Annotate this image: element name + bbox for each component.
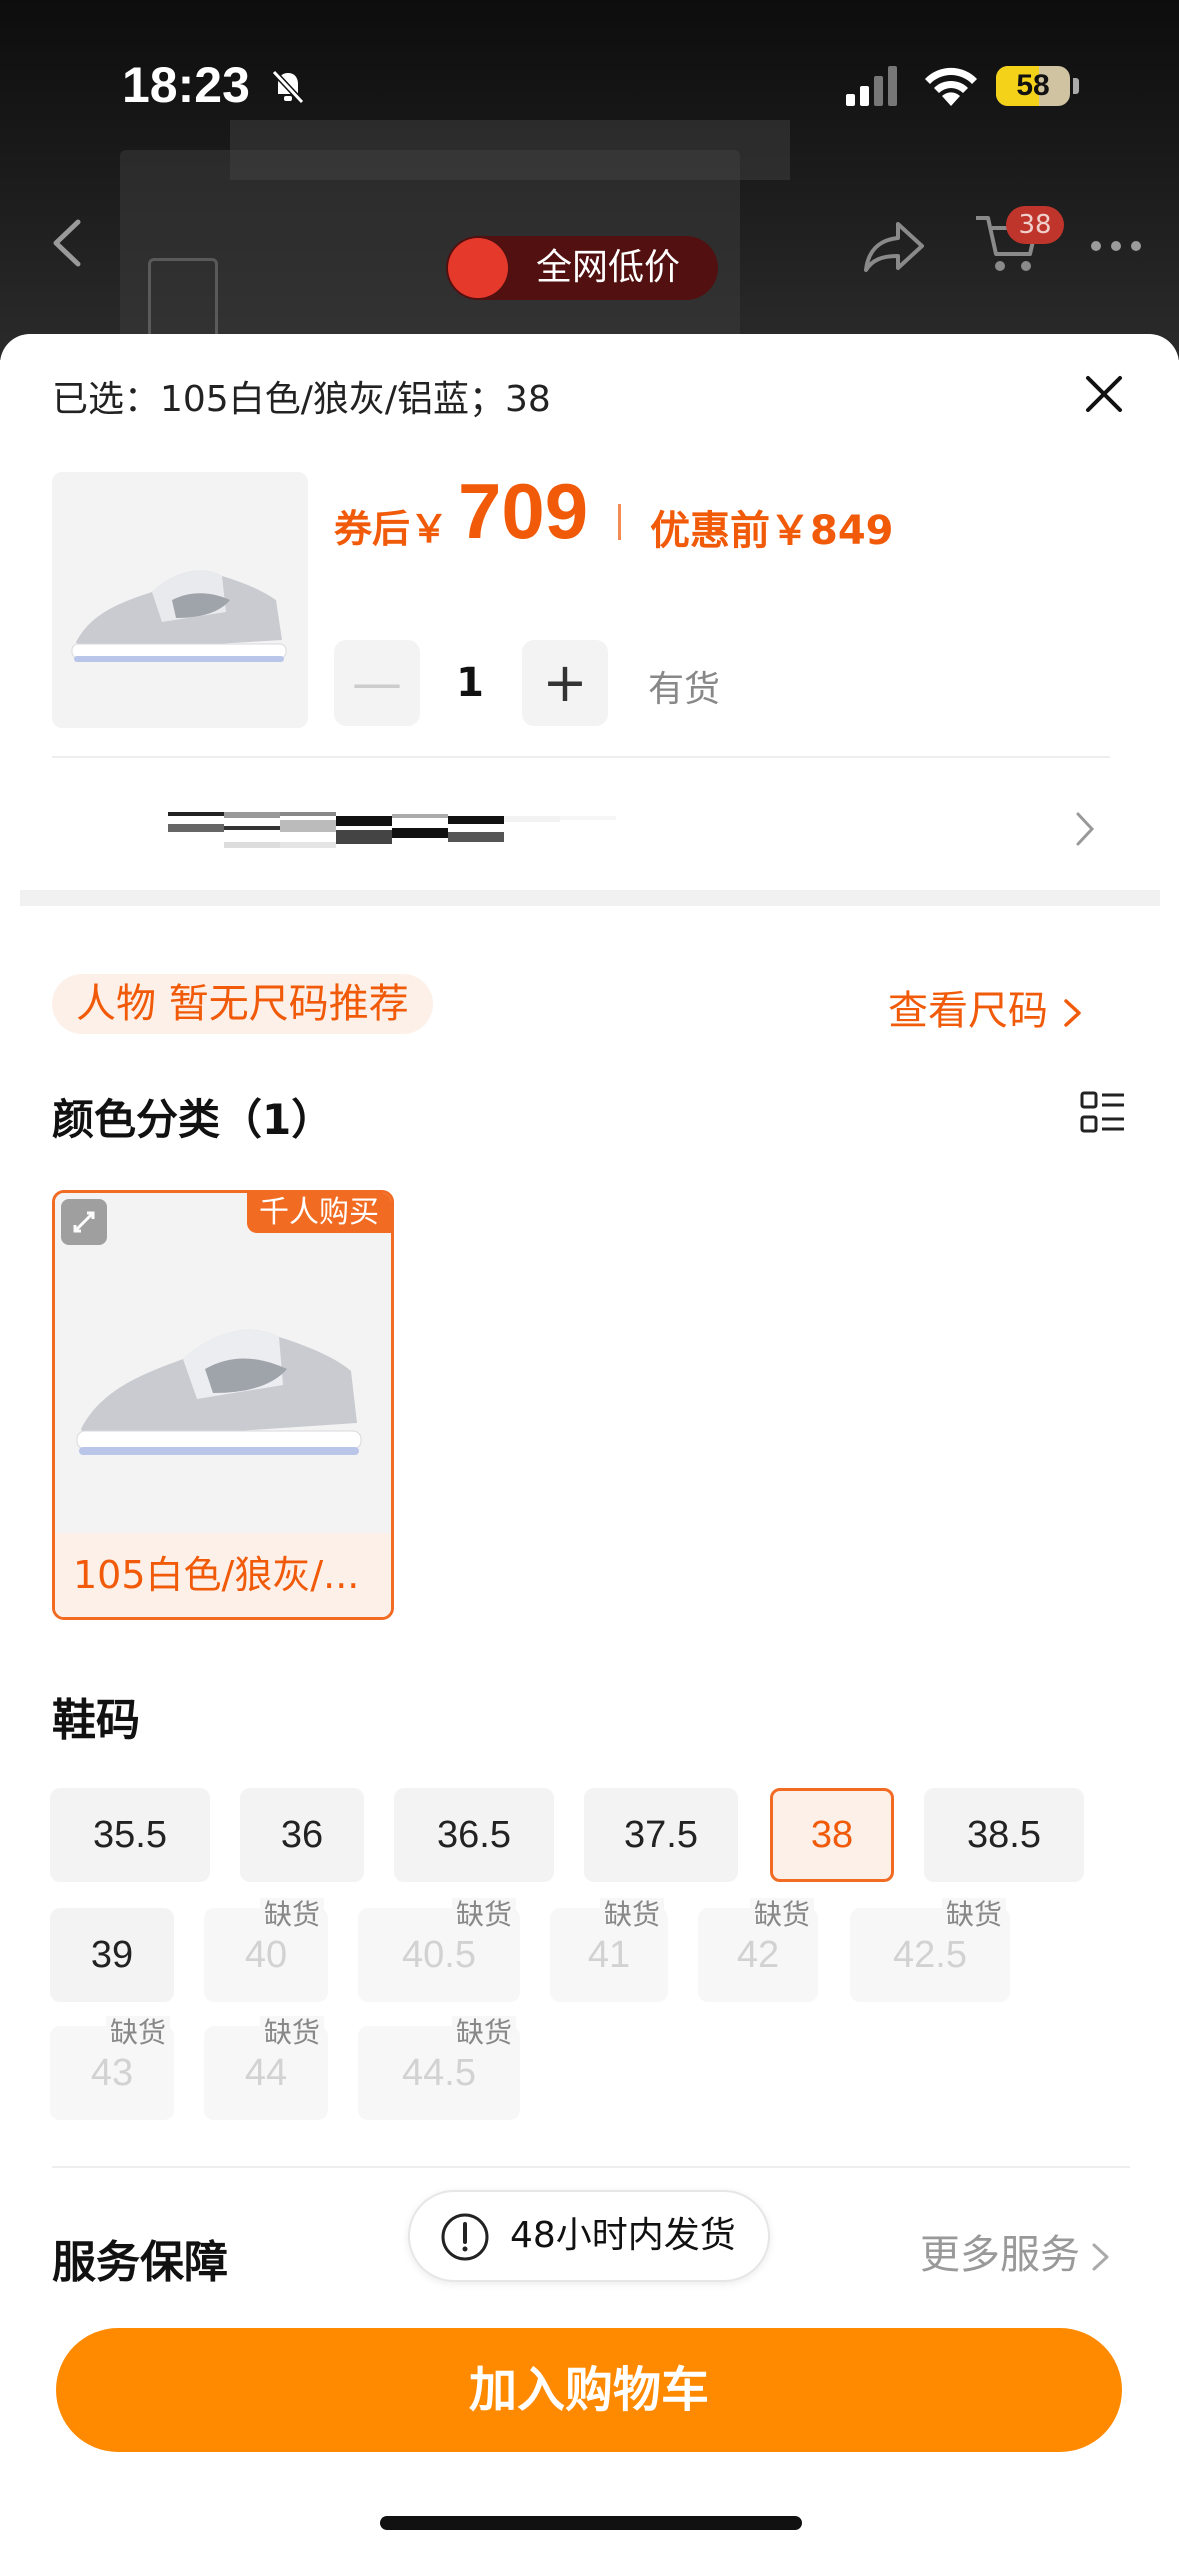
share-icon[interactable] (862, 218, 926, 274)
quantity-value[interactable]: 1 (440, 640, 500, 726)
color-section-title: 颜色分类（1） (52, 1095, 334, 1144)
list-view-icon[interactable] (1080, 1090, 1126, 1136)
size-chip[interactable]: 39 (50, 1908, 174, 2002)
view-size-chart-link[interactable]: 查看尺码 (888, 978, 1084, 1036)
size-chip[interactable]: 36 (240, 1788, 364, 1882)
cart-count-badge: 38 (1006, 206, 1064, 244)
low-price-badge[interactable]: 全网低价 (446, 236, 718, 300)
size-chip-out-of-stock[interactable]: 40 缺货 (204, 1898, 328, 2002)
coupon-price-label: 券后￥ (334, 507, 449, 551)
coupon-price-value: 709 (458, 467, 589, 555)
status-bar: 18:23 58 (0, 0, 1179, 170)
size-chip[interactable]: 35.5 (50, 1788, 210, 1882)
selected-summary: 已选：105白色/狼灰/铝蓝；38 (52, 379, 551, 420)
quantity-increase-button[interactable]: + (522, 640, 608, 726)
sneaker-image (71, 570, 287, 662)
popularity-badge: 千人购买 (247, 1193, 391, 1233)
status-time: 18:23 (122, 57, 250, 113)
back-icon[interactable] (48, 218, 88, 268)
sku-selection-sheet: 已选：105白色/狼灰/铝蓝；38 券后￥ 709 优惠前￥849 — 1 + … (0, 334, 1179, 2556)
home-indicator[interactable] (380, 2516, 802, 2530)
size-chip-out-of-stock[interactable]: 40.5 缺货 (358, 1898, 520, 2002)
chevron-right-icon (1092, 2243, 1109, 2271)
quantity-decrease-button[interactable]: — (334, 640, 420, 726)
chevron-right-icon[interactable] (1070, 804, 1100, 854)
original-price: 优惠前￥849 (650, 508, 894, 554)
size-chip-out-of-stock[interactable]: 41 缺货 (550, 1898, 668, 2002)
chevron-right-icon (1064, 999, 1081, 1027)
more-services-link[interactable]: 更多服务 (920, 2222, 1112, 2280)
size-chip-out-of-stock[interactable]: 44 缺货 (204, 2016, 328, 2120)
exclamation-icon (441, 2213, 489, 2261)
shipping-tooltip[interactable]: 48小时内发货 (408, 2190, 770, 2282)
battery-icon: 58 (996, 62, 1080, 108)
cellular-signal-icon (846, 66, 897, 106)
add-to-cart-button[interactable]: 加入购物车 (56, 2328, 1122, 2452)
color-option-label: 105白色/狼灰/... (55, 1533, 391, 1617)
pixelated-promo-row[interactable] (72, 802, 812, 862)
size-chip-out-of-stock[interactable]: 44.5 缺货 (358, 2016, 520, 2120)
size-chip-out-of-stock[interactable]: 42.5 缺货 (850, 1898, 1010, 2002)
service-section-title: 服务保障 (52, 2237, 228, 2288)
stock-status: 有货 (648, 669, 721, 710)
wifi-icon (925, 67, 977, 106)
size-chip[interactable]: 37.5 (584, 1788, 738, 1882)
size-chip-selected[interactable]: 38 (770, 1788, 894, 1882)
shopping-bag-icon (448, 238, 508, 298)
color-option-card[interactable]: 千人购买 105白色/狼灰/... (52, 1190, 394, 1620)
bell-muted-icon (271, 69, 305, 105)
size-chip-out-of-stock[interactable]: 43 缺货 (50, 2016, 174, 2120)
close-icon[interactable] (1080, 370, 1128, 418)
size-chip[interactable]: 38.5 (924, 1788, 1084, 1882)
size-recommendation-badge[interactable]: 人物 暂无尺码推荐 (52, 974, 433, 1034)
size-chip[interactable]: 36.5 (394, 1788, 554, 1882)
more-icon[interactable] (1086, 226, 1146, 266)
expand-icon[interactable] (61, 1199, 107, 1245)
product-thumbnail[interactable] (52, 472, 308, 728)
size-chip-out-of-stock[interactable]: 42 缺货 (698, 1898, 818, 2002)
size-section-title: 鞋码 (52, 1695, 140, 1746)
